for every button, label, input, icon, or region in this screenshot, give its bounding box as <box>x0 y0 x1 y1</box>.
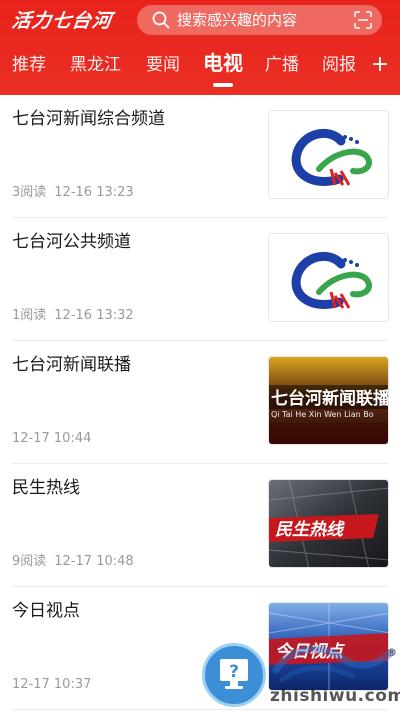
item-thumbnail <box>268 233 389 322</box>
tab-heilongjiang[interactable]: 黑龙江 <box>70 52 121 78</box>
active-tab-indicator <box>213 83 233 87</box>
item-meta: 12-17 10:44 <box>12 430 91 448</box>
item-reads: 1阅读 <box>12 308 47 323</box>
divider <box>12 709 388 710</box>
item-title: 民生热线 <box>12 478 80 498</box>
thumb-title-text: 民生热线 <box>275 520 345 540</box>
list-item[interactable]: 七台河新闻联播 12-17 10:44 七台河新闻联播 Qi Tai He Xi… <box>0 341 400 464</box>
plus-icon[interactable]: + <box>370 52 390 78</box>
watermark-logo-image <box>272 645 396 683</box>
channel-logo-image <box>269 234 388 321</box>
item-time: 12-16 13:23 <box>54 185 134 200</box>
thumb-title-text: 七台河新闻联播 <box>271 388 389 409</box>
item-title: 今日视点 <box>12 601 80 621</box>
help-monitor-icon: ? <box>220 659 248 689</box>
app-logo[interactable]: 活力七台河 <box>10 6 114 36</box>
item-time: 12-17 10:48 <box>54 554 134 569</box>
item-time: 12-16 13:32 <box>54 308 134 323</box>
tab-newspaper[interactable]: 阅报 <box>322 52 356 78</box>
search-bar[interactable]: 搜索感兴趣的内容 <box>137 5 382 35</box>
tab-radio[interactable]: 广播 <box>265 52 299 78</box>
channel-tabs: 推荐 黑龙江 要闻 电视 广播 阅报 + <box>0 42 400 95</box>
news-broadcast-image: 七台河新闻联播 Qi Tai He Xin Wen Lian Bo <box>269 357 389 444</box>
list-item[interactable]: 民生热线 9阅读 12-17 10:48 民生热线 <box>0 464 400 587</box>
channel-logo-image <box>269 111 388 198</box>
item-meta: 12-17 10:37 <box>12 676 91 694</box>
app-header: 活力七台河 搜索感兴趣的内容 推荐 黑龙江 要闻 电视 广播 阅报 + <box>0 0 400 95</box>
item-time: 12-17 10:44 <box>12 431 92 446</box>
tab-headlines[interactable]: 要闻 <box>146 52 180 78</box>
item-thumbnail: 七台河新闻联播 Qi Tai He Xin Wen Lian Bo <box>268 356 389 445</box>
svg-text:?: ? <box>229 662 239 682</box>
item-time: 12-17 10:37 <box>12 677 92 692</box>
search-icon <box>152 11 170 29</box>
watermark-url: zhishiwu.com <box>270 686 400 706</box>
item-title: 七台河新闻联播 <box>12 355 131 375</box>
list-item[interactable]: 七台河新闻综合频道 3阅读 12-16 13:23 <box>0 95 400 218</box>
item-meta: 9阅读 12-17 10:48 <box>12 553 134 571</box>
watermark-logo <box>272 640 396 686</box>
item-meta: 3阅读 12-16 13:23 <box>12 184 134 202</box>
item-reads: 9阅读 <box>12 554 47 569</box>
tab-recommend[interactable]: 推荐 <box>12 52 46 78</box>
thumb-subtitle-text: Qi Tai He Xin Wen Lian Bo <box>271 410 374 419</box>
help-button[interactable]: ? <box>202 643 266 707</box>
top-bar: 活力七台河 搜索感兴趣的内容 <box>0 0 400 42</box>
item-thumbnail: 民生热线 <box>268 479 389 568</box>
search-placeholder: 搜索感兴趣的内容 <box>177 11 298 29</box>
hotline-image: 民生热线 <box>269 480 388 567</box>
registered-mark: ® <box>386 646 397 659</box>
item-thumbnail <box>268 110 389 199</box>
item-meta: 1阅读 12-16 13:32 <box>12 307 134 325</box>
scan-icon[interactable] <box>354 11 372 29</box>
tab-tv[interactable]: 电视 <box>203 50 243 76</box>
item-title: 七台河新闻综合频道 <box>12 109 165 129</box>
item-title: 七台河公共频道 <box>12 232 131 252</box>
item-reads: 3阅读 <box>12 185 47 200</box>
list-item[interactable]: 七台河公共频道 1阅读 12-16 13:32 <box>0 218 400 341</box>
